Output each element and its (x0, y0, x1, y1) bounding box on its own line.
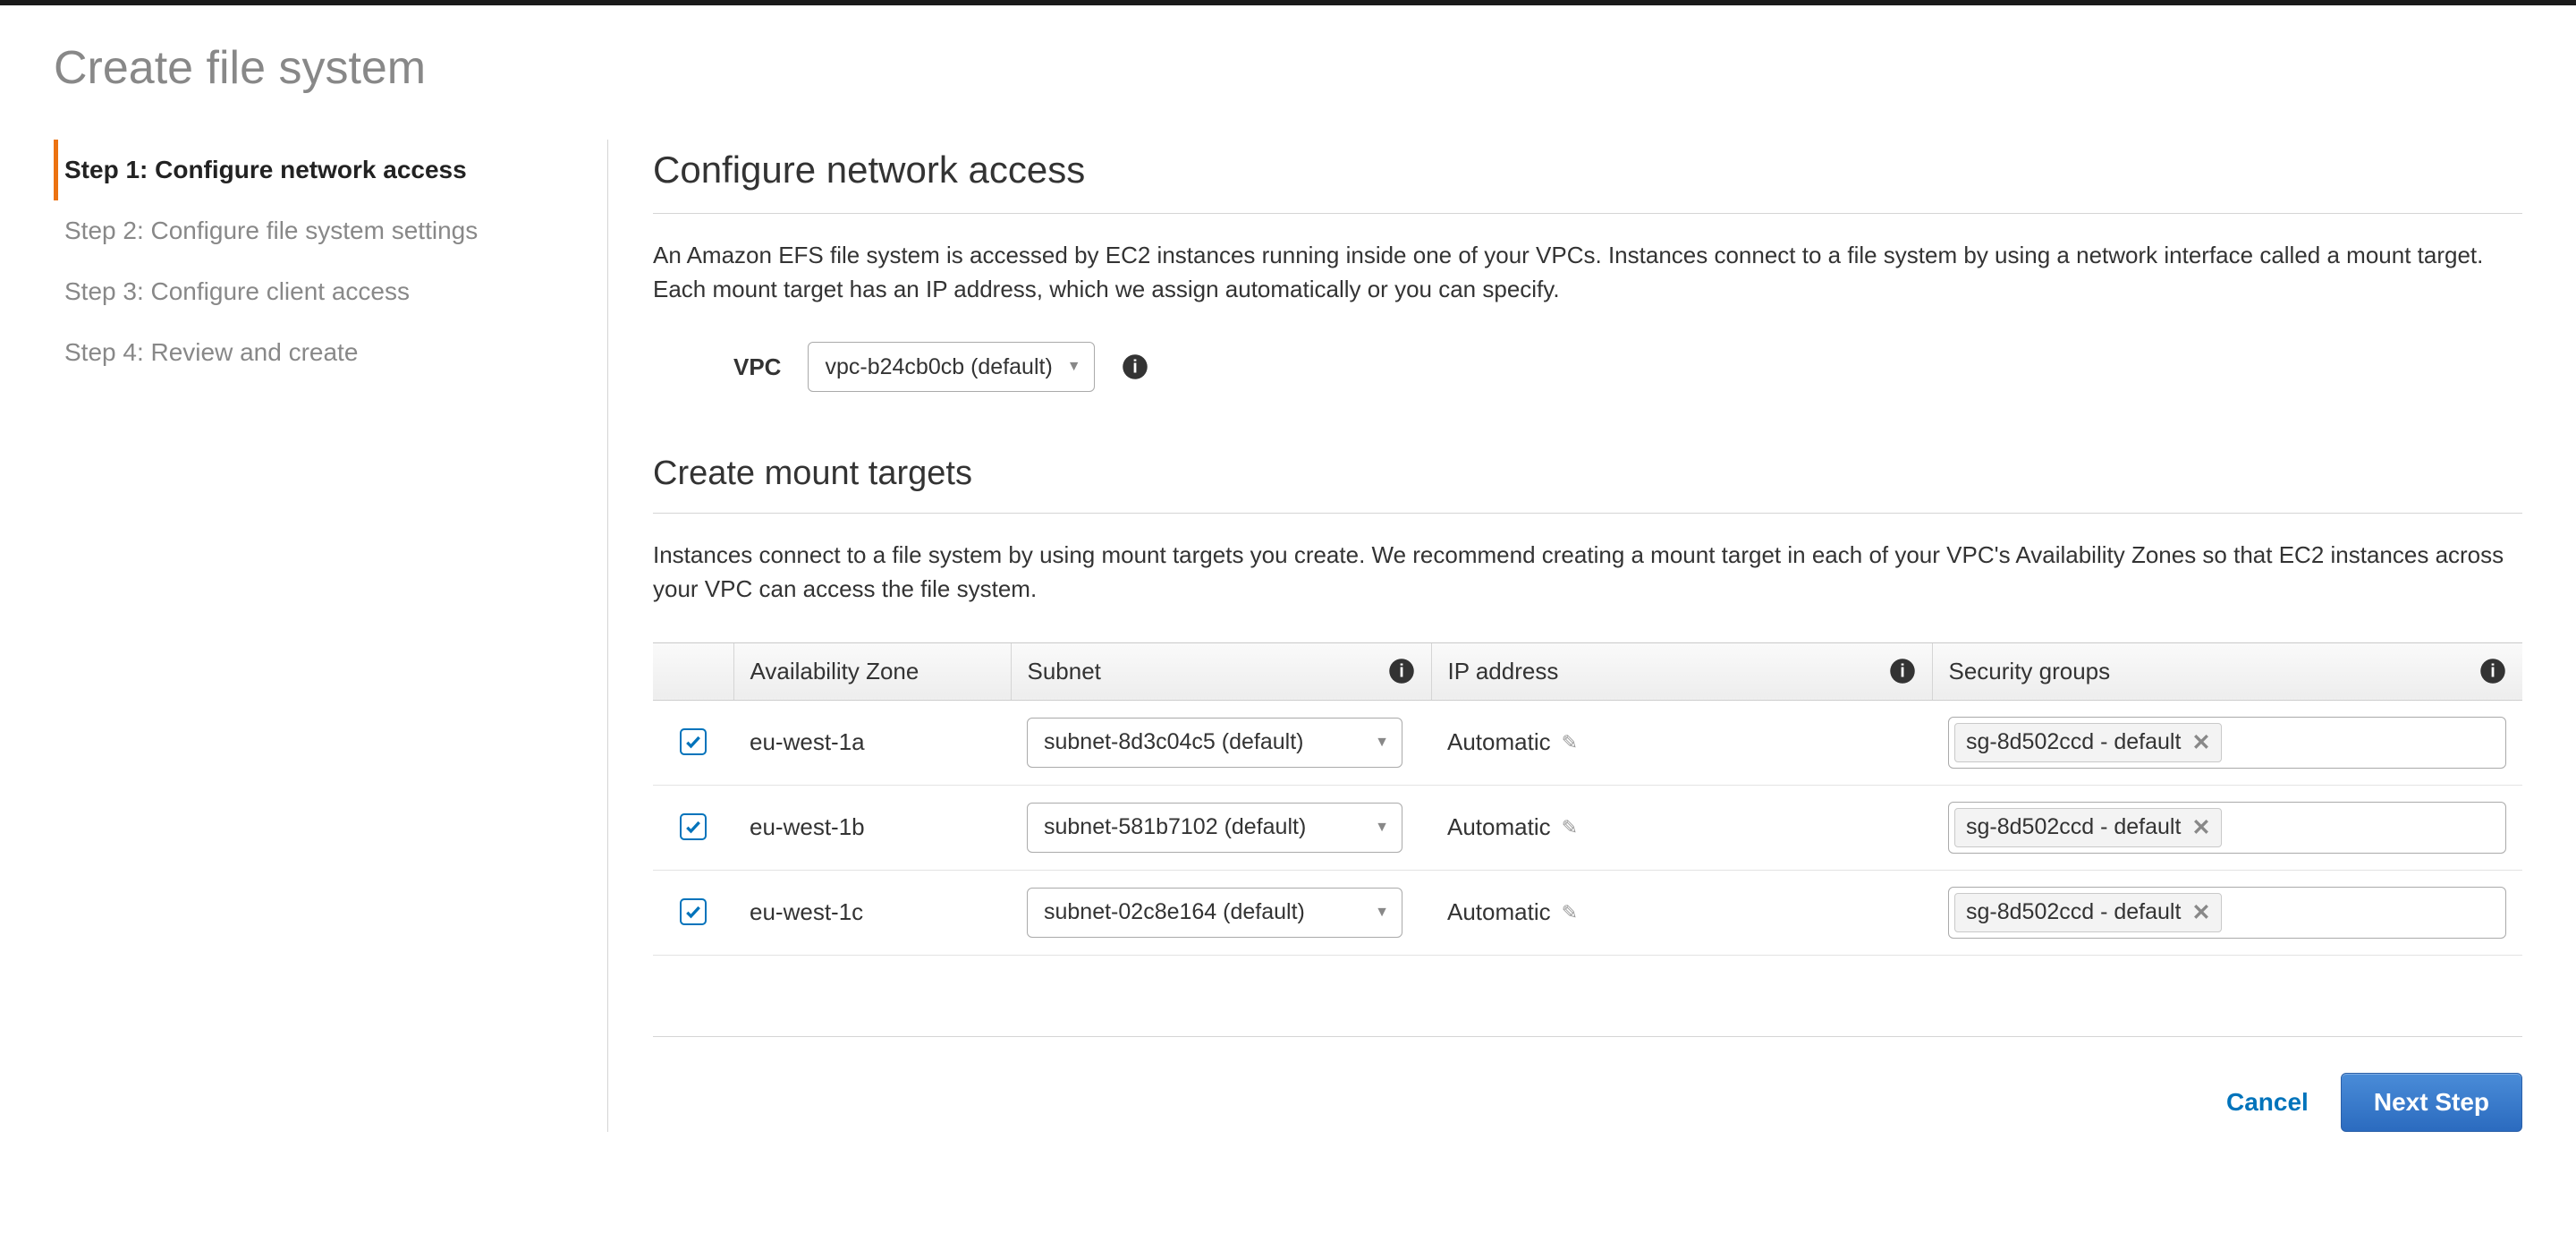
security-groups-input[interactable]: sg-8d502ccd - default ✕ (1948, 802, 2506, 854)
svg-text:i: i (1132, 358, 1138, 378)
wizard-step-2[interactable]: Step 2: Configure file system settings (54, 200, 572, 261)
table-header-sg: Security groups i (1932, 642, 2522, 700)
subnet-select[interactable]: subnet-8d3c04c5 (default) ▼ (1027, 718, 1402, 768)
info-icon[interactable]: i (2479, 658, 2506, 685)
pencil-icon: ✎ (1562, 731, 1578, 754)
table-header-ip: IP address i (1431, 642, 1932, 700)
info-icon[interactable]: i (1122, 353, 1148, 380)
ip-value[interactable]: Automatic ✎ (1447, 898, 1578, 926)
az-value: eu-west-1b (733, 785, 1011, 870)
row-checkbox[interactable] (680, 898, 707, 925)
pencil-icon: ✎ (1562, 901, 1578, 924)
close-icon[interactable]: ✕ (2191, 729, 2210, 756)
close-icon[interactable]: ✕ (2191, 814, 2210, 841)
security-group-tag: sg-8d502ccd - default ✕ (1954, 893, 2222, 932)
subnet-value: subnet-581b7102 (default) (1044, 814, 1306, 840)
az-value: eu-west-1a (733, 700, 1011, 785)
security-groups-input[interactable]: sg-8d502ccd - default ✕ (1948, 887, 2506, 939)
main-panel: Configure network access An Amazon EFS f… (608, 140, 2522, 1132)
security-group-tag: sg-8d502ccd - default ✕ (1954, 808, 2222, 847)
mount-targets-desc: Instances connect to a file system by us… (653, 539, 2522, 606)
close-icon[interactable]: ✕ (2191, 899, 2210, 926)
row-checkbox[interactable] (680, 728, 707, 755)
chevron-down-icon: ▼ (1067, 359, 1081, 375)
security-group-tag: sg-8d502ccd - default ✕ (1954, 723, 2222, 762)
security-groups-input[interactable]: sg-8d502ccd - default ✕ (1948, 717, 2506, 769)
chevron-down-icon: ▼ (1375, 735, 1389, 751)
table-row: eu-west-1c subnet-02c8e164 (default) ▼ A… (653, 870, 2522, 955)
mount-targets-table: Availability Zone Subnet i IP address i … (653, 642, 2522, 956)
info-icon[interactable]: i (1889, 658, 1916, 685)
table-header-subnet: Subnet i (1011, 642, 1431, 700)
svg-text:i: i (1900, 662, 1905, 682)
wizard-step-1[interactable]: Step 1: Configure network access (54, 140, 572, 200)
table-header-checkbox (653, 642, 733, 700)
pencil-icon: ✎ (1562, 816, 1578, 839)
svg-text:i: i (2490, 662, 2496, 682)
svg-text:i: i (1399, 662, 1404, 682)
table-header-az: Availability Zone (733, 642, 1011, 700)
chevron-down-icon: ▼ (1375, 905, 1389, 921)
configure-network-desc: An Amazon EFS file system is accessed by… (653, 239, 2522, 306)
mount-targets-title: Create mount targets (653, 455, 2522, 514)
footer-bar: Cancel Next Step (653, 1036, 2522, 1132)
cancel-button[interactable]: Cancel (2226, 1088, 2309, 1117)
table-row: eu-west-1b subnet-581b7102 (default) ▼ A… (653, 785, 2522, 870)
subnet-select[interactable]: subnet-02c8e164 (default) ▼ (1027, 888, 1402, 938)
info-icon[interactable]: i (1388, 658, 1415, 685)
row-checkbox[interactable] (680, 813, 707, 840)
page-title: Create file system (54, 5, 2522, 140)
chevron-down-icon: ▼ (1375, 820, 1389, 836)
vpc-select[interactable]: vpc-b24cb0cb (default) ▼ (808, 342, 1094, 392)
next-step-button[interactable]: Next Step (2341, 1073, 2522, 1132)
subnet-value: subnet-8d3c04c5 (default) (1044, 729, 1303, 755)
wizard-sidebar: Step 1: Configure network access Step 2:… (54, 140, 608, 1132)
az-value: eu-west-1c (733, 870, 1011, 955)
wizard-step-3[interactable]: Step 3: Configure client access (54, 261, 572, 322)
wizard-step-4[interactable]: Step 4: Review and create (54, 322, 572, 383)
vpc-selected-value: vpc-b24cb0cb (default) (825, 354, 1052, 380)
table-row: eu-west-1a subnet-8d3c04c5 (default) ▼ A… (653, 700, 2522, 785)
subnet-value: subnet-02c8e164 (default) (1044, 899, 1305, 925)
configure-network-title: Configure network access (653, 140, 2522, 214)
vpc-label: VPC (733, 353, 781, 381)
ip-value[interactable]: Automatic ✎ (1447, 728, 1578, 756)
ip-value[interactable]: Automatic ✎ (1447, 813, 1578, 841)
subnet-select[interactable]: subnet-581b7102 (default) ▼ (1027, 803, 1402, 853)
